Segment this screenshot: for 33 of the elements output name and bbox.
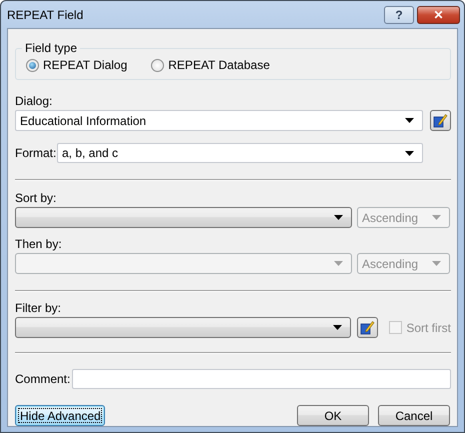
radio-button[interactable] bbox=[151, 58, 164, 72]
hide-advanced-button[interactable]: Hide Advanced bbox=[15, 405, 105, 426]
field-label: Comment: bbox=[15, 372, 70, 386]
field-label: Sort by: bbox=[15, 191, 58, 205]
caret-icon bbox=[334, 261, 343, 266]
caret-icon bbox=[333, 325, 342, 330]
field-label: Format: bbox=[15, 146, 57, 160]
dropdown[interactable]: Educational Information bbox=[15, 110, 423, 131]
field-label: Dialog: bbox=[15, 94, 54, 108]
caret-icon bbox=[405, 150, 414, 156]
ok-button[interactable]: OK bbox=[297, 405, 369, 426]
caret-icon bbox=[432, 215, 441, 220]
dropdown[interactable]: a, b, and c bbox=[57, 143, 423, 163]
caret-icon bbox=[432, 261, 441, 266]
radio-label[interactable]: REPEAT Database bbox=[168, 58, 270, 72]
field-label: Filter by: bbox=[15, 301, 62, 315]
dropdown[interactable] bbox=[15, 207, 352, 228]
radio-label[interactable]: REPEAT Dialog bbox=[43, 58, 128, 72]
caret-icon bbox=[334, 215, 343, 220]
pencil-icon bbox=[360, 320, 376, 335]
edit-button[interactable] bbox=[357, 317, 378, 338]
cancel-button[interactable]: Cancel bbox=[378, 405, 450, 426]
field-label: Then by: bbox=[15, 237, 63, 251]
close-button[interactable]: ✕ bbox=[417, 6, 460, 24]
comment-field[interactable] bbox=[72, 369, 451, 389]
caret-icon bbox=[405, 118, 414, 123]
edit-button[interactable] bbox=[430, 110, 451, 131]
help-button[interactable]: ? bbox=[384, 6, 414, 24]
pencil-icon bbox=[433, 113, 448, 128]
radio-button[interactable] bbox=[26, 58, 39, 72]
window-title: REPEAT Field bbox=[7, 8, 84, 22]
dropdown[interactable] bbox=[15, 317, 352, 338]
group-title: Field type bbox=[24, 41, 78, 55]
